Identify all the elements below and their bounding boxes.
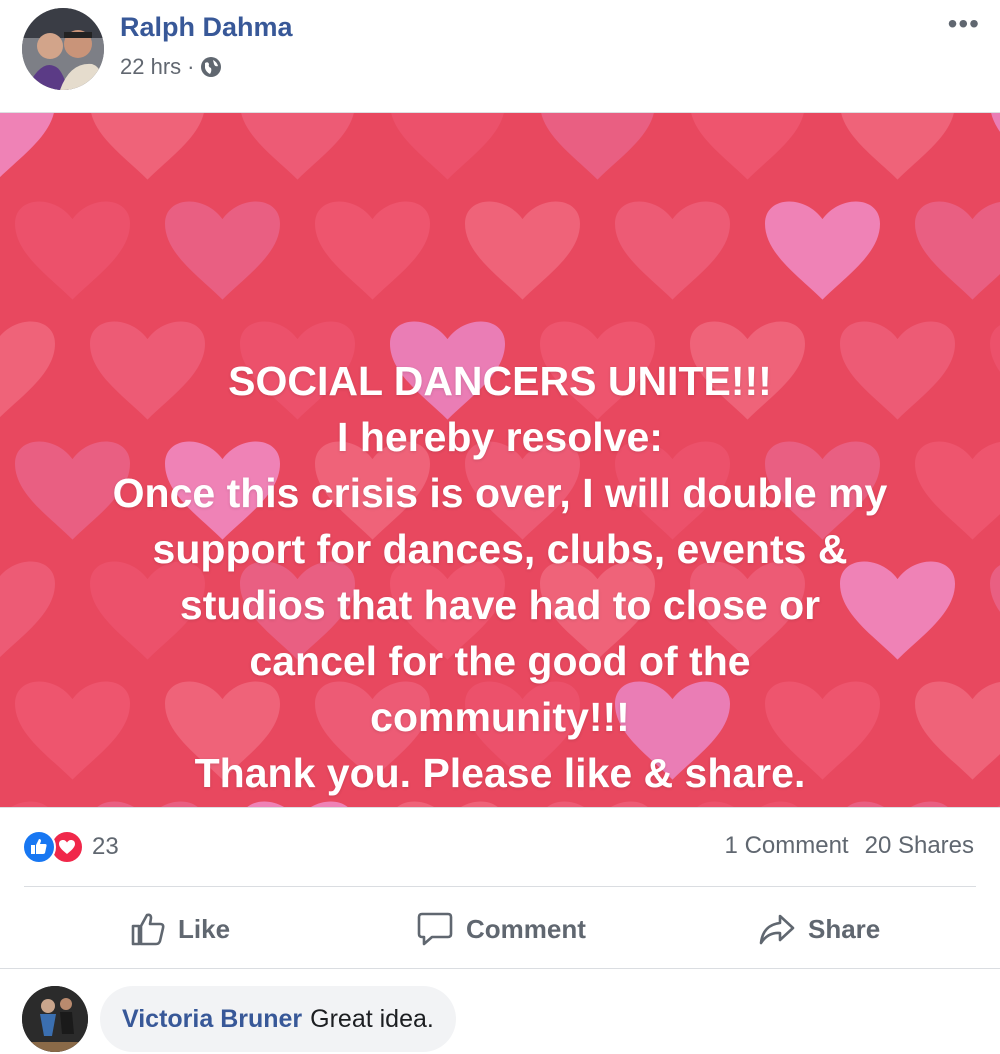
comment-bubble: Victoria Bruner Great idea. (100, 986, 456, 1052)
banner-line: Once this crisis is over, I will double … (112, 470, 888, 516)
banner-line: studios that have had to close or (179, 582, 821, 628)
more-options-icon[interactable]: ••• (948, 8, 980, 40)
commenter-avatar[interactable] (22, 986, 88, 1052)
banner-line: I hereby resolve: (337, 414, 663, 460)
commenter-name[interactable]: Victoria Bruner (122, 1005, 302, 1034)
comment-icon (417, 912, 453, 946)
comment-label: Comment (466, 913, 586, 944)
comment-text: Great idea. (310, 1004, 434, 1033)
banner-line: SOCIAL DANCERS UNITE!!! (228, 358, 772, 404)
share-label: Share (808, 913, 881, 944)
divider (24, 886, 976, 887)
share-button[interactable]: Share (758, 902, 880, 956)
post-image-banner[interactable]: SOCIAL DANCERS UNITE!!! I hereby resolve… (0, 112, 1000, 808)
reactions-summary[interactable]: 23 (22, 828, 119, 866)
banner-line: Thank you. Please like & share. (194, 750, 806, 796)
post-stats: 1 Comment 20 Shares (725, 832, 974, 860)
globe-icon[interactable] (200, 56, 222, 78)
facebook-post: Ralph Dahma 22 hrs · ••• SOCIAL DANCERS … (0, 0, 1000, 1054)
meta-separator: · (187, 54, 195, 79)
author-name[interactable]: Ralph Dahma (120, 12, 293, 43)
like-button[interactable]: Like (130, 902, 230, 956)
post-actions: Like Comment Share (0, 890, 1000, 968)
share-icon (759, 914, 795, 945)
post-meta: 22 hrs · (120, 54, 222, 80)
like-label: Like (178, 913, 231, 944)
like-reaction-icon (22, 830, 56, 864)
divider (0, 968, 1000, 969)
comment-count-link[interactable]: 1 Comment (725, 832, 849, 860)
comment-button[interactable]: Comment (416, 902, 586, 956)
banner-text: SOCIAL DANCERS UNITE!!! I hereby resolve… (40, 353, 960, 801)
reaction-count[interactable]: 23 (92, 833, 119, 861)
banner-line: support for dances, clubs, events & (152, 526, 848, 572)
banner-line: community!!! (370, 694, 630, 740)
author-avatar[interactable] (22, 8, 104, 90)
thumbs-up-icon (131, 913, 165, 946)
banner-line: cancel for the good of the (249, 638, 751, 684)
post-time[interactable]: 22 hrs (120, 54, 181, 80)
share-count-link[interactable]: 20 Shares (865, 832, 974, 860)
